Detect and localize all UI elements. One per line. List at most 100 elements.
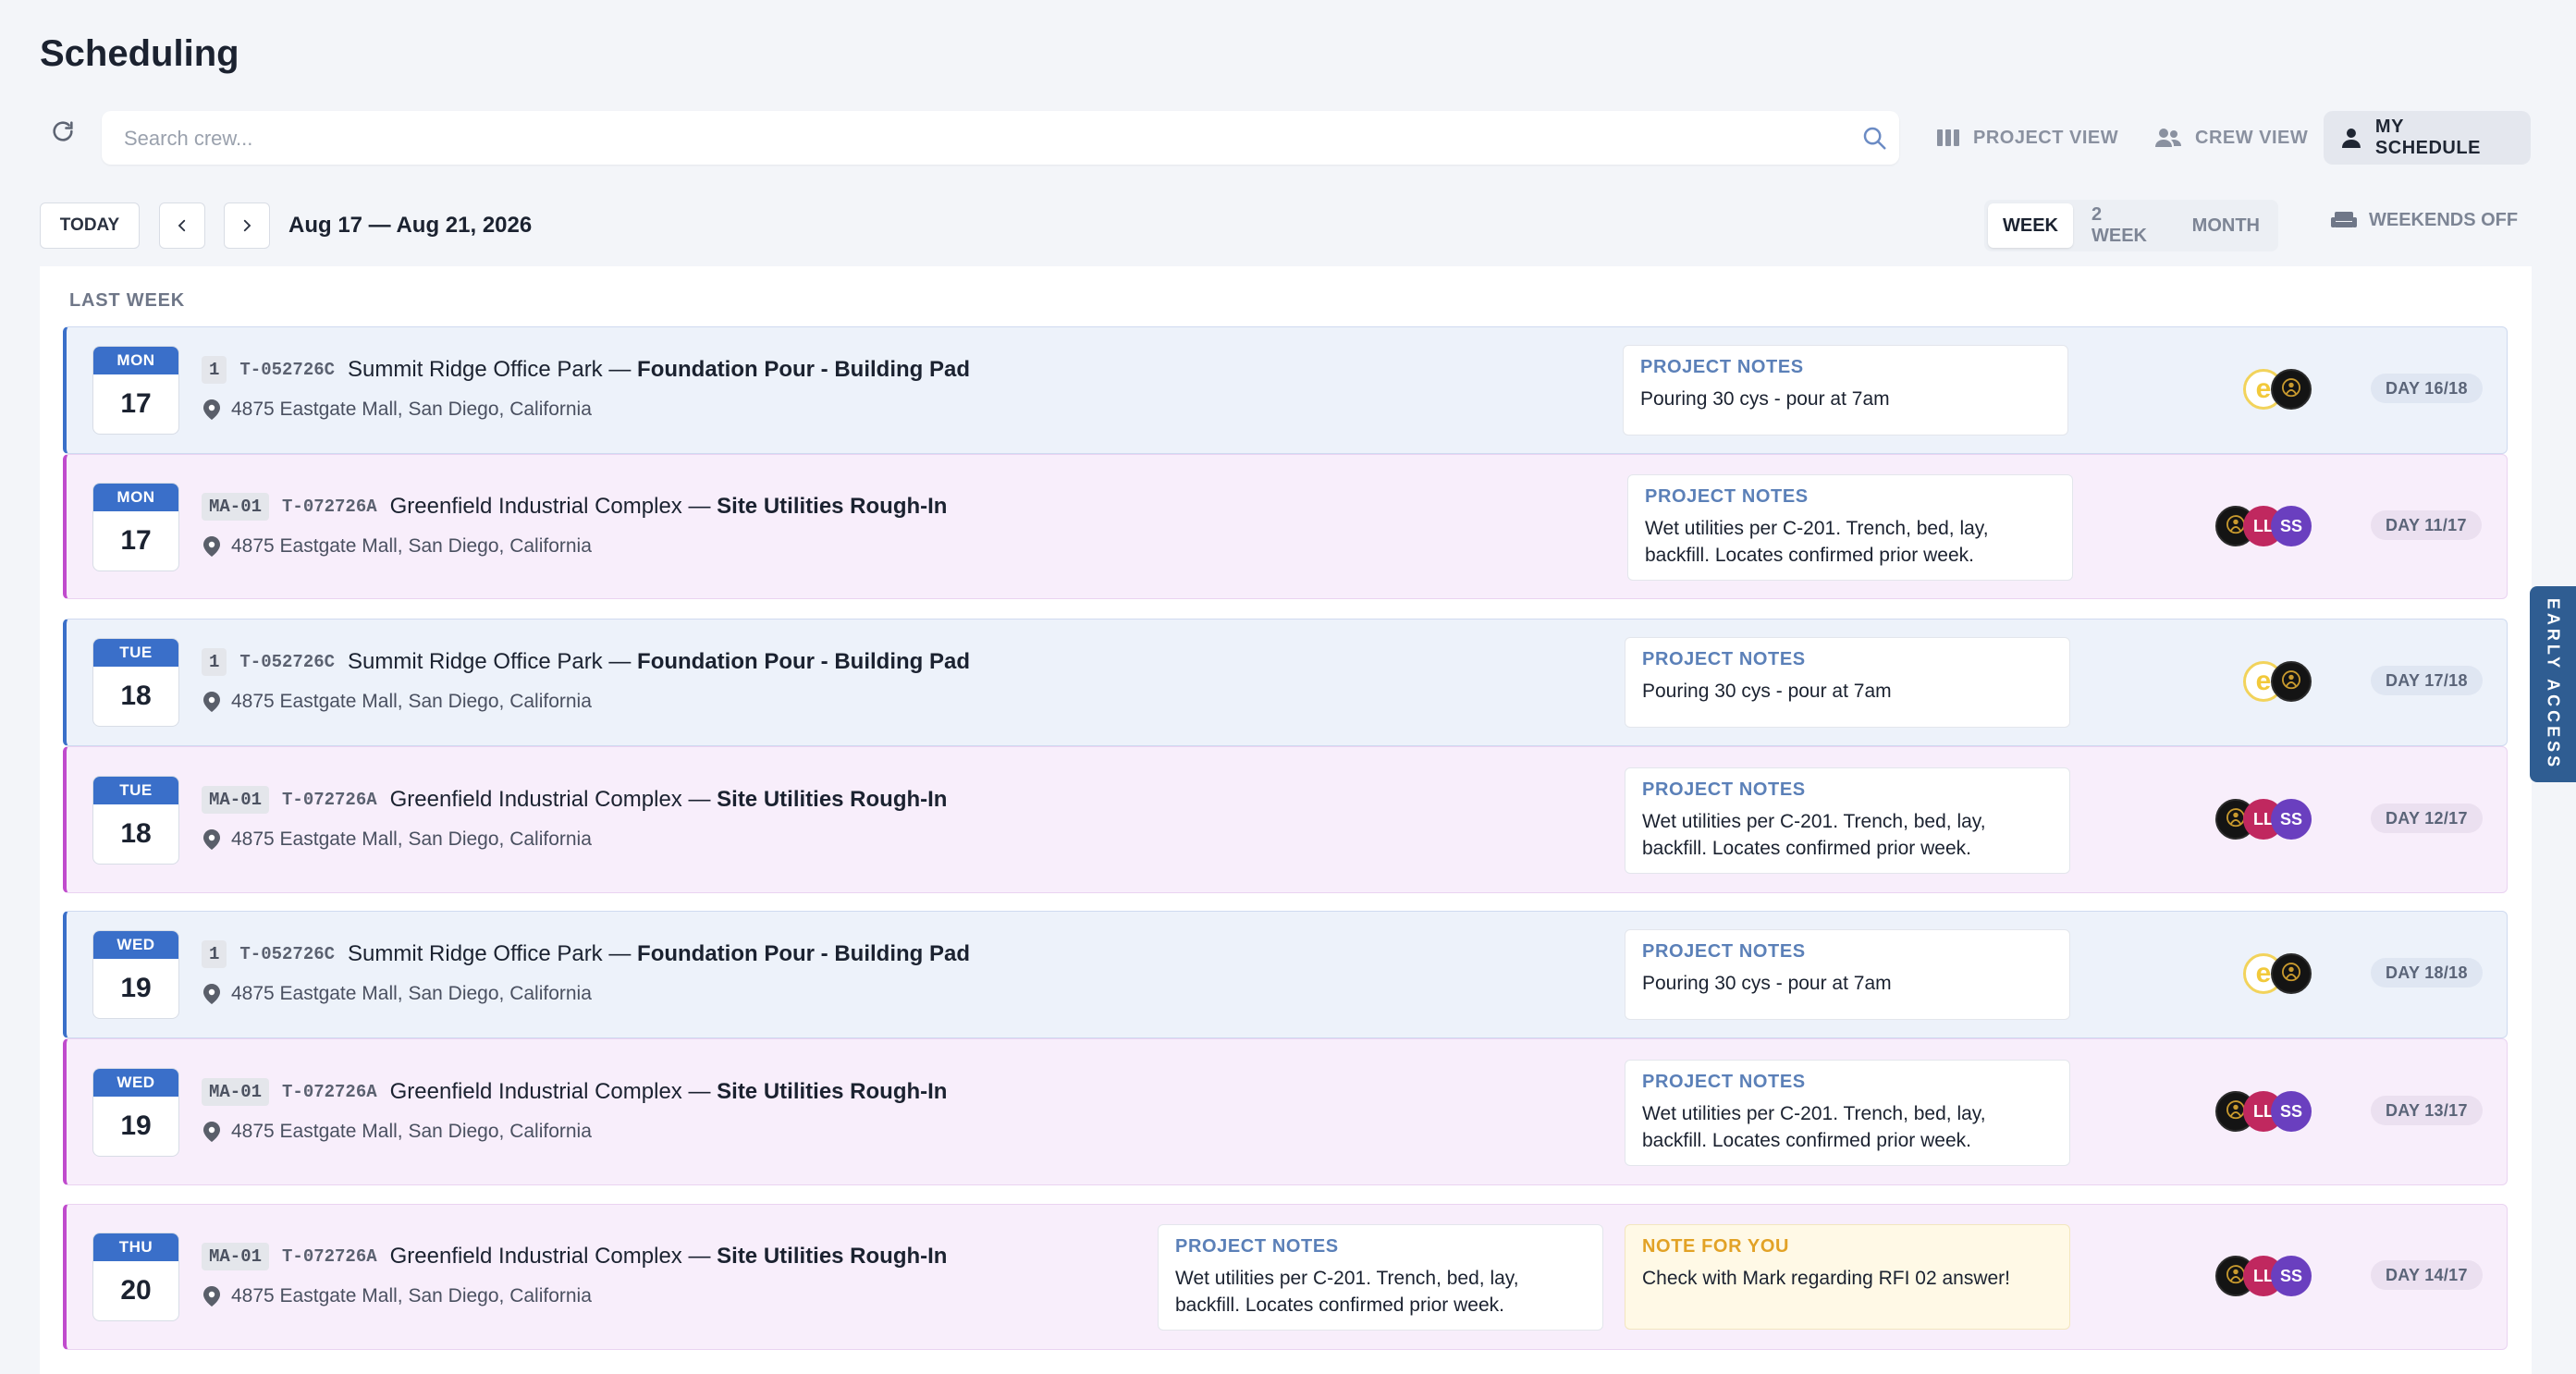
crew-tag: 1	[202, 940, 227, 968]
range-switcher: WEEK 2 WEEK MONTH	[1984, 200, 2278, 251]
crew-avatars[interactable]: LL SS	[2215, 1091, 2312, 1132]
avatar[interactable]: SS	[2271, 1091, 2312, 1132]
crew-avatars[interactable]: LL SS	[2215, 506, 2312, 546]
search-icon[interactable]	[1860, 124, 1888, 156]
avatar[interactable]	[2271, 369, 2312, 410]
day-number: 20	[120, 1275, 152, 1306]
day-of-week: WED	[93, 931, 178, 959]
project-name: Summit Ridge Office Park	[348, 649, 603, 674]
task-title: Greenfield Industrial Complex — Site Uti…	[390, 1244, 948, 1270]
date-badge: THU 20	[92, 1233, 179, 1321]
range-week[interactable]: WEEK	[1988, 203, 2073, 248]
today-button[interactable]: TODAY	[40, 202, 140, 249]
task-code: T-072726A	[282, 1246, 377, 1267]
person-icon	[2341, 129, 2361, 148]
crew-avatars[interactable]: e	[2243, 661, 2312, 702]
crew-avatars[interactable]: LL SS	[2215, 1256, 2312, 1296]
project-notes-text: Wet utilities per C-201. Trench, bed, la…	[1645, 518, 1989, 566]
crew-avatars[interactable]: e	[2243, 953, 2312, 994]
chevron-right-icon	[243, 219, 251, 232]
prev-week-button[interactable]	[159, 202, 205, 249]
task-title: Greenfield Industrial Complex — Site Uti…	[390, 494, 948, 520]
address-text: 4875 Eastgate Mall, San Diego, Californi…	[231, 828, 592, 850]
task-title: Summit Ridge Office Park — Foundation Po…	[348, 941, 970, 967]
day-number: 17	[120, 388, 152, 419]
task-title: Greenfield Industrial Complex — Site Uti…	[390, 1079, 948, 1105]
crew-tag: MA-01	[202, 786, 270, 814]
map-pin-icon	[203, 829, 220, 850]
day-of-week: WED	[93, 1069, 178, 1097]
project-notes-text: Wet utilities per C-201. Trench, bed, la…	[1175, 1268, 1519, 1316]
avatar[interactable]	[2271, 661, 2312, 702]
crew-avatars[interactable]: e	[2243, 369, 2312, 410]
schedule-row[interactable]: TUE 18 1 T-052726C Summit Ridge Office P…	[63, 619, 2508, 746]
project-view-button[interactable]: PROJECT VIEW	[1920, 111, 2135, 165]
project-name: Summit Ridge Office Park	[348, 357, 603, 382]
task-code: T-052726C	[239, 944, 336, 964]
schedule-row[interactable]: MON 17 MA-01 T-072726A Greenfield Indust…	[63, 454, 2508, 599]
crew-tag: 1	[202, 648, 227, 676]
project-notes-text: Wet utilities per C-201. Trench, bed, la…	[1642, 811, 1986, 859]
crew-avatars[interactable]: LL SS	[2215, 799, 2312, 840]
range-month[interactable]: MONTH	[2177, 203, 2275, 248]
address: 4875 Eastgate Mall, San Diego, Californi…	[203, 828, 592, 851]
schedule-row[interactable]: THU 20 MA-01 T-072726A Greenfield Indust…	[63, 1204, 2508, 1350]
title-separator: —	[681, 1244, 718, 1269]
avatar[interactable]: SS	[2271, 506, 2312, 546]
project-notes-text: Pouring 30 cys - pour at 7am	[1642, 681, 1892, 702]
crew-tag: MA-01	[202, 1078, 270, 1106]
address: 4875 Eastgate Mall, San Diego, Californi…	[203, 535, 592, 558]
schedule-row[interactable]: MON 17 1 T-052726C Summit Ridge Office P…	[63, 326, 2508, 454]
refresh-button[interactable]	[44, 113, 81, 150]
address-text: 4875 Eastgate Mall, San Diego, Californi…	[231, 1121, 592, 1142]
day-of-week: THU	[93, 1233, 178, 1261]
project-name: Greenfield Industrial Complex	[389, 1079, 682, 1104]
project-notes: PROJECT NOTES Pouring 30 cys - pour at 7…	[1623, 345, 2068, 436]
address: 4875 Eastgate Mall, San Diego, Californi…	[203, 1121, 592, 1143]
project-view-label: PROJECT VIEW	[1973, 127, 2119, 148]
schedule-row[interactable]: TUE 18 MA-01 T-072726A Greenfield Indust…	[63, 746, 2508, 893]
task-title: Greenfield Industrial Complex — Site Uti…	[390, 787, 948, 813]
my-schedule-button[interactable]: MY SCHEDULE	[2324, 111, 2531, 165]
project-notes-text: Pouring 30 cys - pour at 7am	[1642, 973, 1892, 994]
task-code: T-052726C	[239, 652, 336, 672]
schedule-row[interactable]: WED 19 1 T-052726C Summit Ridge Office P…	[63, 911, 2508, 1038]
avatar[interactable]	[2271, 953, 2312, 994]
crew-tag: MA-01	[202, 493, 270, 521]
task-code: T-072726A	[282, 790, 377, 810]
search-input[interactable]	[122, 111, 1827, 166]
map-pin-icon	[203, 984, 220, 1004]
address: 4875 Eastgate Mall, San Diego, Californi…	[203, 399, 592, 421]
task-name: Site Utilities Rough-In	[717, 494, 948, 519]
day-number: 19	[120, 973, 152, 1003]
address: 4875 Eastgate Mall, San Diego, Californi…	[203, 1285, 592, 1307]
task-title: Summit Ridge Office Park — Foundation Po…	[348, 357, 970, 383]
task-name: Site Utilities Rough-In	[717, 787, 948, 812]
day-of-week: MON	[93, 484, 178, 511]
range-2-week[interactable]: 2 WEEK	[2077, 203, 2174, 248]
project-name: Greenfield Industrial Complex	[389, 787, 682, 812]
project-notes-text: Wet utilities per C-201. Trench, bed, la…	[1642, 1103, 1986, 1151]
day-progress-badge: DAY 14/17	[2371, 1260, 2483, 1290]
task-code: T-072726A	[282, 1082, 377, 1102]
day-progress-badge: DAY 17/18	[2371, 666, 2483, 695]
next-week-button[interactable]	[224, 202, 270, 249]
day-number: 17	[120, 525, 152, 556]
early-access-tab[interactable]: EARLY ACCESS	[2530, 586, 2576, 782]
avatar[interactable]: SS	[2271, 799, 2312, 840]
address-text: 4875 Eastgate Mall, San Diego, Californi…	[231, 983, 592, 1004]
columns-icon	[1937, 129, 1959, 146]
day-progress-badge: DAY 11/17	[2371, 510, 2482, 540]
address-text: 4875 Eastgate Mall, San Diego, Californi…	[231, 535, 592, 557]
task-name: Site Utilities Rough-In	[717, 1244, 948, 1269]
project-notes-label: PROJECT NOTES	[1645, 486, 1809, 507]
project-notes-label: PROJECT NOTES	[1640, 357, 1804, 377]
avatar[interactable]: SS	[2271, 1256, 2312, 1296]
project-name: Summit Ridge Office Park	[348, 941, 603, 966]
title-separator: —	[602, 357, 638, 382]
crew-view-button[interactable]: CREW VIEW	[2138, 111, 2325, 165]
schedule-row[interactable]: WED 19 MA-01 T-072726A Greenfield Indust…	[63, 1038, 2508, 1185]
page-title: Scheduling	[40, 33, 239, 74]
weekends-toggle[interactable]: WEEKENDS OFF	[2330, 209, 2518, 231]
task-code: T-052726C	[239, 360, 336, 380]
